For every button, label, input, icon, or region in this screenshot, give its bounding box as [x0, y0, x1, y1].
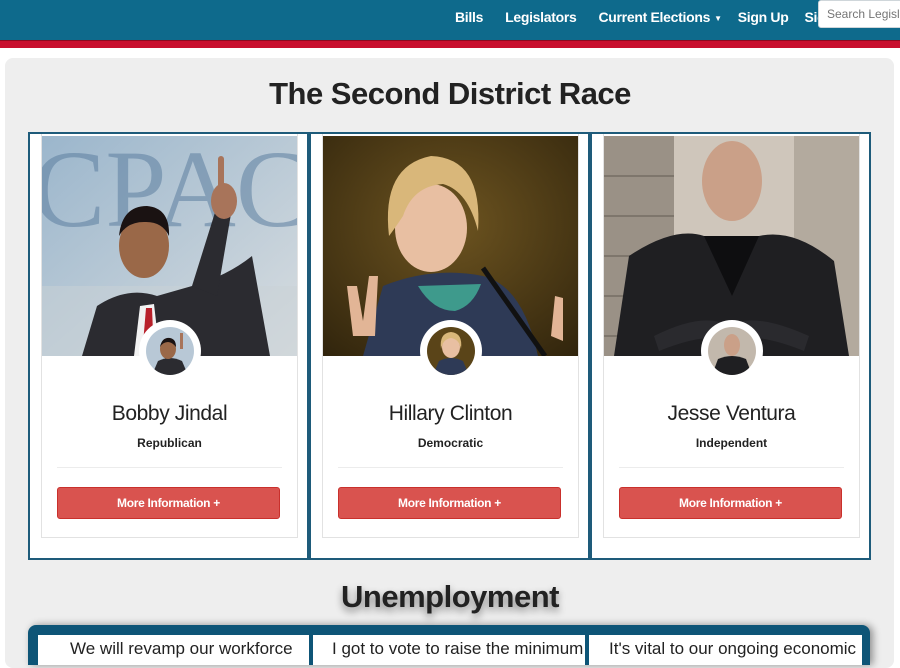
issue-statement-2: I got to vote to raise the minimum [313, 635, 585, 665]
nav-legislators-link[interactable]: Legislators [505, 9, 577, 25]
search-input[interactable] [818, 0, 900, 28]
chevron-down-icon: ▼ [714, 13, 722, 23]
candidate-party-1: Republican [137, 436, 202, 450]
card-divider [338, 467, 563, 468]
issue-title: Unemployment [341, 579, 559, 614]
more-information-button-2[interactable]: More Information + [338, 487, 561, 519]
candidate-column-2: Hillary Clinton Democratic More Informat… [309, 132, 590, 560]
more-information-button-1[interactable]: More Information + [57, 487, 280, 519]
candidate-name-2: Hillary Clinton [388, 402, 513, 425]
candidate-column-1: CPAC Bobby Jindal Republican More Inform… [28, 132, 309, 560]
candidate-card: CPAC Bobby Jindal Republican More Inform… [41, 134, 298, 538]
candidate-name-3: Jesse Ventura [667, 402, 796, 425]
issue-statement-1: We will revamp our workforce [38, 635, 309, 665]
candidate-avatar-2 [420, 320, 482, 382]
svg-text:CPAC: CPAC [42, 136, 297, 250]
candidate-name-1: Bobby Jindal [111, 402, 228, 425]
candidate-party-3: Independent [695, 436, 768, 450]
more-information-button-3[interactable]: More Information + [619, 487, 842, 519]
nav-sign-up-link[interactable]: Sign Up [738, 9, 789, 25]
card-divider [57, 467, 282, 468]
card-divider [619, 467, 844, 468]
nav-current-elections-dropdown[interactable]: Current Elections ▼ [598, 9, 722, 25]
candidate-card: Jesse Ventura Independent More Informati… [603, 134, 860, 538]
nav-current-elections-label: Current Elections [598, 9, 711, 25]
nav-links: Bills Legislators Current Elections ▼ Sig… [455, 0, 871, 34]
candidate-party-2: Democratic [417, 436, 484, 450]
candidate-column-3: Jesse Ventura Independent More Informati… [590, 132, 871, 560]
top-navbar: Bills Legislators Current Elections ▼ Sig… [0, 0, 900, 40]
candidate-avatar-3 [701, 320, 763, 382]
nav-bills-link[interactable]: Bills [455, 9, 483, 25]
candidate-avatar-1 [139, 320, 201, 382]
issue-statement-3: It's vital to our ongoing economic [589, 635, 862, 665]
navbar-accent-stripe [0, 40, 900, 48]
candidate-card: Hillary Clinton Democratic More Informat… [322, 134, 579, 538]
race-title: The Second District Race [269, 76, 631, 111]
